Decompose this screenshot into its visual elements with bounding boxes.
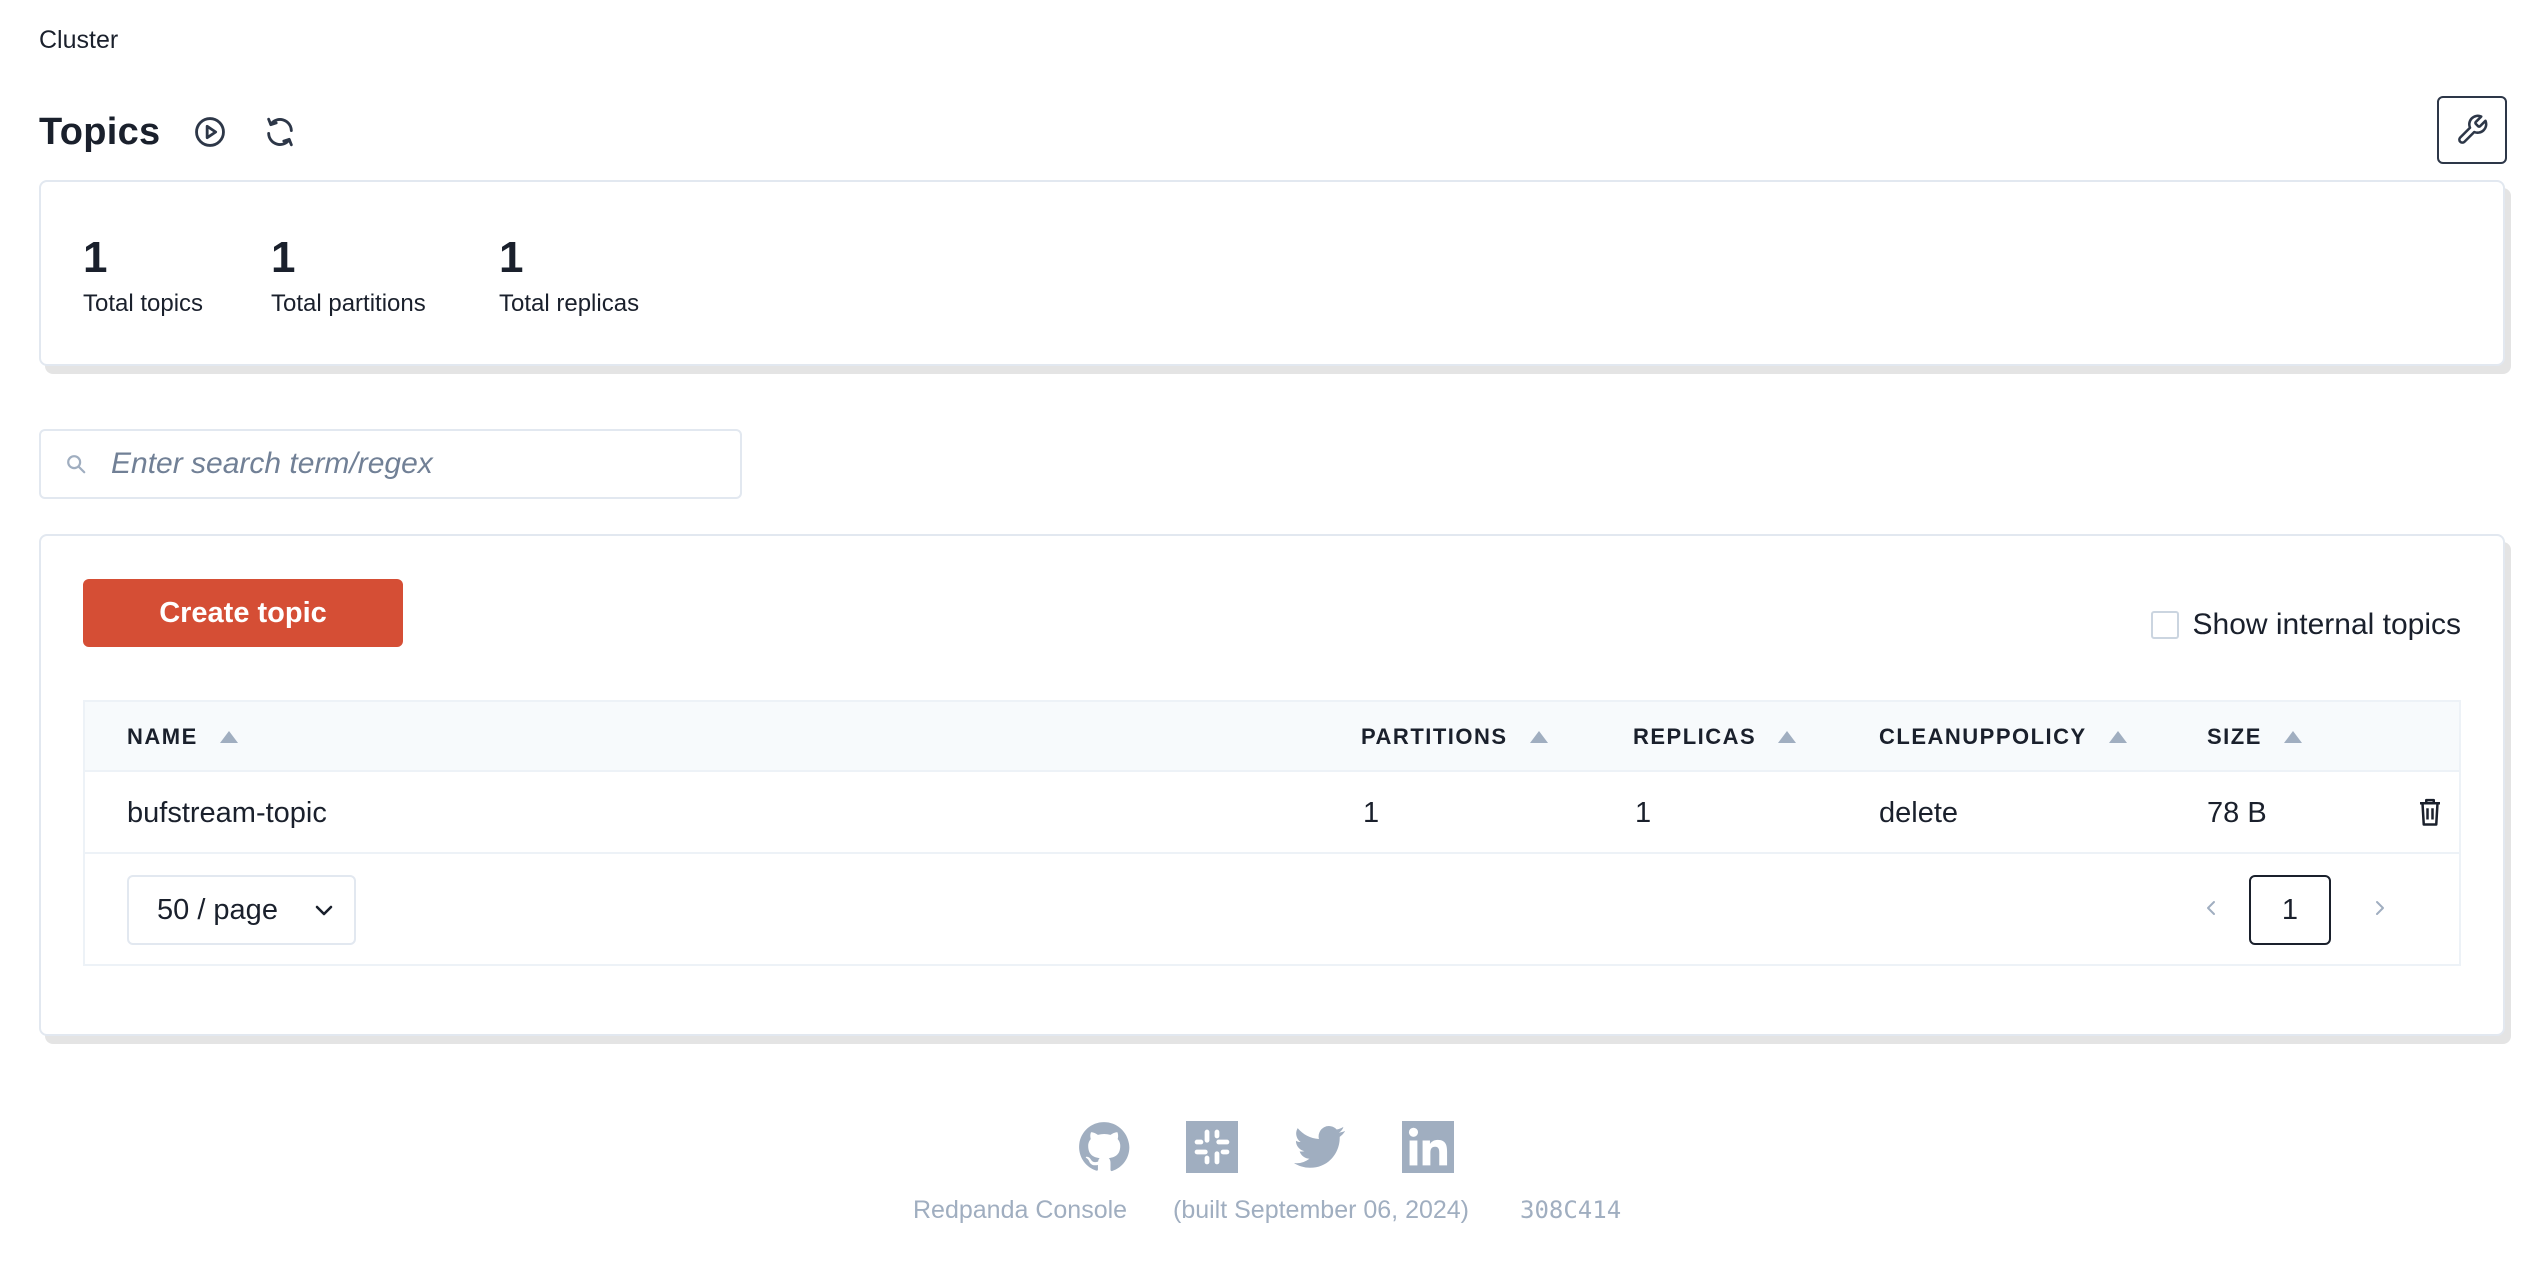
size-cell: 78 B bbox=[2207, 796, 2267, 829]
previous-page-button[interactable] bbox=[2196, 893, 2226, 923]
stat-label: Total topics bbox=[83, 290, 204, 317]
chevron-right-icon bbox=[2376, 901, 2384, 915]
breadcrumb[interactable]: Cluster bbox=[39, 26, 118, 55]
stat-label: Total partitions bbox=[271, 290, 426, 317]
play-circle-icon bbox=[195, 117, 226, 147]
sort-icon bbox=[1778, 731, 1797, 743]
show-internal-topics-toggle[interactable]: Show internal topics bbox=[2150, 608, 2461, 642]
delete-topic-button[interactable] bbox=[2415, 794, 2445, 830]
column-header-label: PARTITIONS bbox=[1361, 724, 1508, 749]
stat-total-partitions: 1 Total partitions bbox=[271, 232, 426, 320]
sort-icon bbox=[2108, 731, 2127, 743]
column-header-replicas[interactable]: REPLICAS bbox=[1633, 702, 1797, 772]
linkedin-icon bbox=[1402, 1121, 1454, 1173]
footer-social-links bbox=[1078, 1121, 1454, 1173]
twitter-icon bbox=[1294, 1126, 1345, 1168]
search-icon bbox=[67, 455, 86, 474]
topics-card: Create topic Show internal topics NAME P… bbox=[39, 534, 2505, 1036]
github-icon bbox=[1079, 1122, 1130, 1172]
sort-icon bbox=[1529, 731, 1548, 743]
page-1-button[interactable]: 1 bbox=[2249, 875, 2331, 945]
cleanup-policy-cell: delete bbox=[1879, 796, 1959, 829]
topics-table: NAME PARTITIONS REPLICAS CLEANUPPOLICY S… bbox=[83, 700, 2461, 966]
chevron-down-icon bbox=[315, 905, 333, 916]
replicas-cell: 1 bbox=[1635, 796, 1652, 829]
github-link[interactable] bbox=[1078, 1121, 1130, 1173]
show-internal-topics-label: Show internal topics bbox=[2192, 608, 2461, 641]
search-input[interactable] bbox=[111, 447, 711, 481]
column-header-label: NAME bbox=[127, 724, 198, 749]
twitter-link[interactable] bbox=[1294, 1121, 1346, 1173]
trash-icon bbox=[2420, 798, 2440, 826]
slack-icon bbox=[1186, 1121, 1238, 1173]
play-button[interactable] bbox=[190, 112, 230, 152]
show-internal-topics-checkbox[interactable] bbox=[2150, 611, 2179, 639]
partitions-cell: 1 bbox=[1363, 796, 1380, 829]
column-header-size[interactable]: SIZE bbox=[2207, 702, 2302, 772]
create-topic-button[interactable]: Create topic bbox=[83, 579, 403, 647]
stat-label: Total replicas bbox=[499, 290, 640, 317]
wrench-icon bbox=[2458, 114, 2488, 144]
sort-icon bbox=[2283, 731, 2302, 743]
slack-link[interactable] bbox=[1186, 1121, 1238, 1173]
stat-total-topics: 1 Total topics bbox=[83, 232, 203, 320]
table-header: NAME PARTITIONS REPLICAS CLEANUPPOLICY S… bbox=[85, 702, 2459, 772]
sort-icon bbox=[219, 731, 238, 743]
stats-card: 1 Total topics 1 Total partitions 1 Tota… bbox=[39, 180, 2505, 366]
column-header-label: CLEANUPPOLICY bbox=[1879, 724, 2087, 749]
linkedin-link[interactable] bbox=[1402, 1121, 1454, 1173]
footer-build-hash: 308C414 bbox=[1520, 1196, 1622, 1224]
page-size-value: 50 / page bbox=[157, 893, 278, 926]
chevron-left-icon bbox=[2207, 901, 2215, 915]
refresh-button[interactable] bbox=[260, 112, 300, 152]
stat-value: 1 bbox=[499, 233, 524, 282]
column-header-name[interactable]: NAME bbox=[127, 702, 238, 772]
page-size-select[interactable]: 50 / page bbox=[127, 875, 356, 945]
stat-total-replicas: 1 Total replicas bbox=[499, 232, 639, 320]
title-row: Topics bbox=[39, 108, 300, 156]
table-row[interactable]: bufstream-topic 1 1 delete 78 B bbox=[85, 772, 2459, 854]
footer-app-name: Redpanda Console bbox=[913, 1196, 1128, 1224]
column-header-label: SIZE bbox=[2207, 724, 2262, 749]
pagination-bar: 50 / page 1 bbox=[85, 854, 2459, 966]
refresh-icon bbox=[267, 117, 294, 147]
column-header-partitions[interactable]: PARTITIONS bbox=[1361, 702, 1548, 772]
page-title: Topics bbox=[39, 110, 161, 153]
column-header-cleanuppolicy[interactable]: CLEANUPPOLICY bbox=[1879, 702, 2127, 772]
stat-value: 1 bbox=[271, 233, 296, 282]
topic-name-cell[interactable]: bufstream-topic bbox=[127, 772, 327, 854]
footer-build-date: (built September 06, 2024) bbox=[1173, 1196, 1470, 1224]
next-page-button[interactable] bbox=[2365, 893, 2395, 923]
stat-value: 1 bbox=[83, 233, 108, 282]
column-header-label: REPLICAS bbox=[1633, 724, 1757, 749]
settings-button[interactable] bbox=[2437, 96, 2507, 164]
search-box[interactable] bbox=[39, 429, 742, 499]
